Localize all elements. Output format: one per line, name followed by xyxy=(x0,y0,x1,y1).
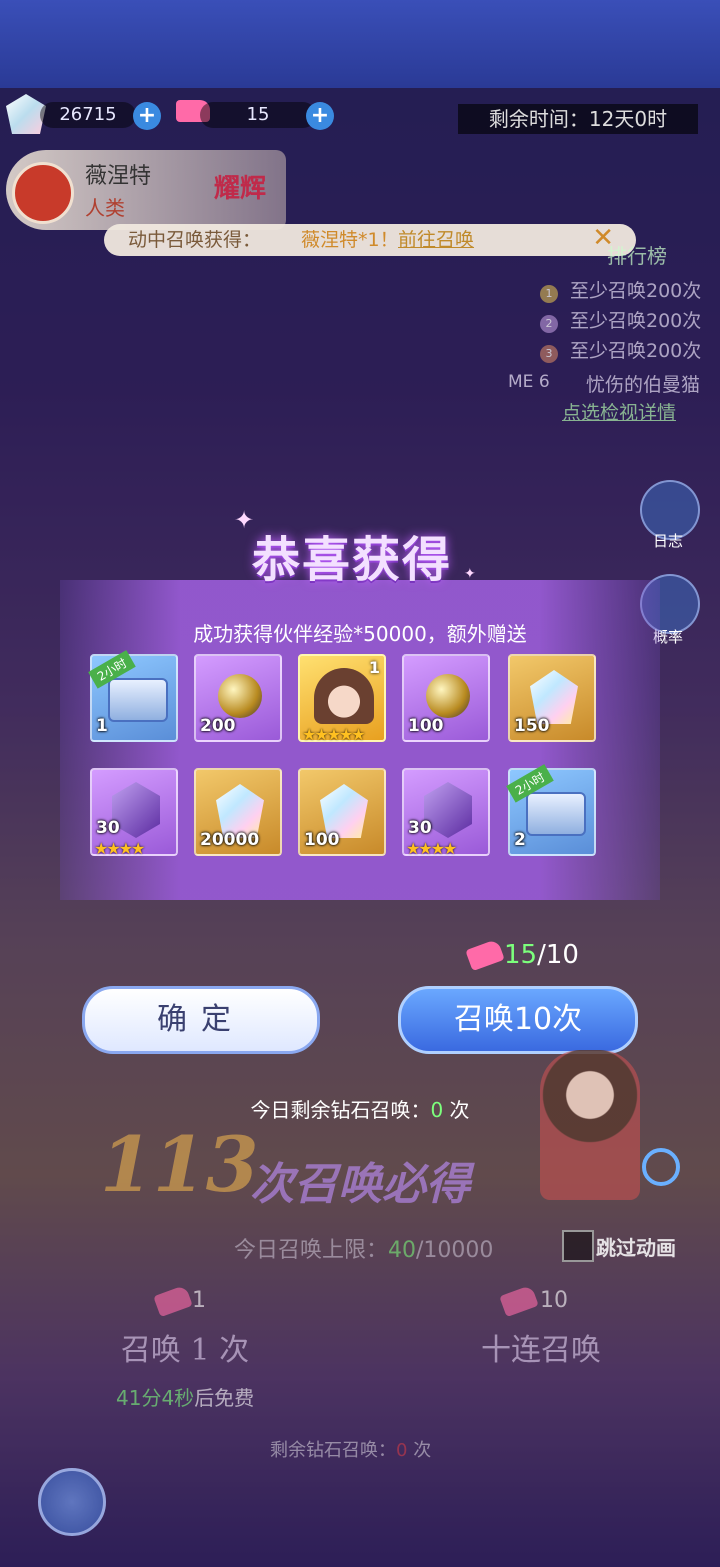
summon-notice-bar: 动中召唤获得： 薇涅特*1！ 前往召唤 ✕ xyxy=(104,223,636,256)
pity-text: 次召唤必得 xyxy=(250,1159,470,1210)
item-count: 150 xyxy=(514,716,550,736)
ranking-row: 2 至少召唤200次 xyxy=(540,306,701,333)
item-count: 2 xyxy=(514,830,526,850)
confirm-button[interactable]: 确定 xyxy=(82,986,320,1054)
log-label: 日志 xyxy=(652,532,683,550)
item-count: 100 xyxy=(304,830,340,850)
single-summon-cost: 1 xyxy=(192,1288,206,1313)
my-rank: ME 6 xyxy=(508,372,550,392)
treasure-chest-icon xyxy=(108,678,168,722)
daily-summon-limit: 今日召唤上限：40/10000 xyxy=(234,1238,494,1263)
item-count: 200 xyxy=(200,716,236,736)
add-diamond-button[interactable]: + xyxy=(133,102,161,130)
reward-item[interactable]: 100 xyxy=(298,768,386,856)
item-count: 30 xyxy=(96,818,120,838)
hero-portrait-icon xyxy=(314,668,374,724)
free-summon-timer: 41分4秒后免费 xyxy=(116,1386,255,1410)
add-ticket-button[interactable]: + xyxy=(306,102,334,130)
reward-item[interactable]: 100 xyxy=(402,654,490,742)
character-race: 人类 xyxy=(85,196,125,220)
reward-item[interactable]: 200 xyxy=(194,654,282,742)
ranking-row: 3 至少召唤200次 xyxy=(540,336,701,363)
sparkle-icon: ✦ xyxy=(464,566,476,582)
chibi-character xyxy=(540,1050,640,1200)
skip-animation-label: 跳过动画 xyxy=(596,1236,676,1260)
diamond-count: 26715 xyxy=(40,102,136,128)
reward-item[interactable]: 1 ★★★★★ xyxy=(298,654,386,744)
remaining-diamond-summons: 剩余钻石召唤：0 次 xyxy=(270,1440,432,1461)
reward-title: 恭喜获得 xyxy=(252,532,453,588)
skip-animation-checkbox[interactable] xyxy=(562,1230,594,1262)
ten-summon-button[interactable]: 十连召唤 xyxy=(446,1328,636,1374)
item-count: 30 xyxy=(408,818,432,838)
fire-element-icon xyxy=(12,162,74,224)
reward-item[interactable]: 20000 xyxy=(194,768,282,856)
reward-item[interactable]: 2小时 2 xyxy=(506,764,596,856)
summon-10-button[interactable]: 召唤10次 xyxy=(398,986,638,1054)
rarity-badge: 耀辉 xyxy=(214,174,267,204)
ten-summon-cost: 10 xyxy=(540,1288,568,1313)
ticket-cost: 15/10 xyxy=(504,940,579,970)
single-summon-button[interactable]: 召唤 1 次 xyxy=(90,1328,280,1374)
search-icon[interactable] xyxy=(642,1148,680,1186)
star-rating: ★★★★ xyxy=(406,839,457,858)
reward-item[interactable]: 150 xyxy=(508,654,596,742)
ranking-row: 1 至少召唤200次 xyxy=(540,276,701,303)
golden-egg-icon xyxy=(426,674,470,718)
golden-egg-icon xyxy=(218,674,262,718)
event-timer: 剩余时间：12天0时 xyxy=(458,104,698,134)
ticket-count: 15 xyxy=(200,102,316,128)
back-button[interactable] xyxy=(38,1468,106,1536)
item-count: 100 xyxy=(408,716,444,736)
star-rating: ★★★★★ xyxy=(302,725,366,744)
reward-item[interactable]: 2小时 1 xyxy=(88,650,178,742)
notice-highlight: 薇涅特*1！ xyxy=(301,229,399,251)
pity-count: 113 xyxy=(100,1120,259,1209)
notice-prefix: 动中召唤获得： xyxy=(128,229,262,251)
go-summon-link[interactable]: 前往召唤 xyxy=(398,224,474,256)
character-name: 薇涅特 xyxy=(85,164,152,189)
item-count: 1 xyxy=(368,658,380,677)
reward-item[interactable]: 30 ★★★★ xyxy=(90,768,178,858)
item-count: 20000 xyxy=(200,830,260,850)
item-count: 1 xyxy=(96,716,108,736)
reward-subtitle: 成功获得伙伴经验*50000，额外赠送 xyxy=(193,622,527,646)
ranking-detail-link[interactable]: 点选检视详情 xyxy=(562,398,676,425)
treasure-chest-icon xyxy=(526,792,586,836)
top-banner xyxy=(0,0,720,88)
ranking-title: 排行榜 xyxy=(607,244,667,268)
star-rating: ★★★★ xyxy=(94,839,145,858)
reward-item[interactable]: 30 ★★★★ xyxy=(402,768,490,858)
my-name: 忧伤的伯曼猫 xyxy=(586,374,701,396)
